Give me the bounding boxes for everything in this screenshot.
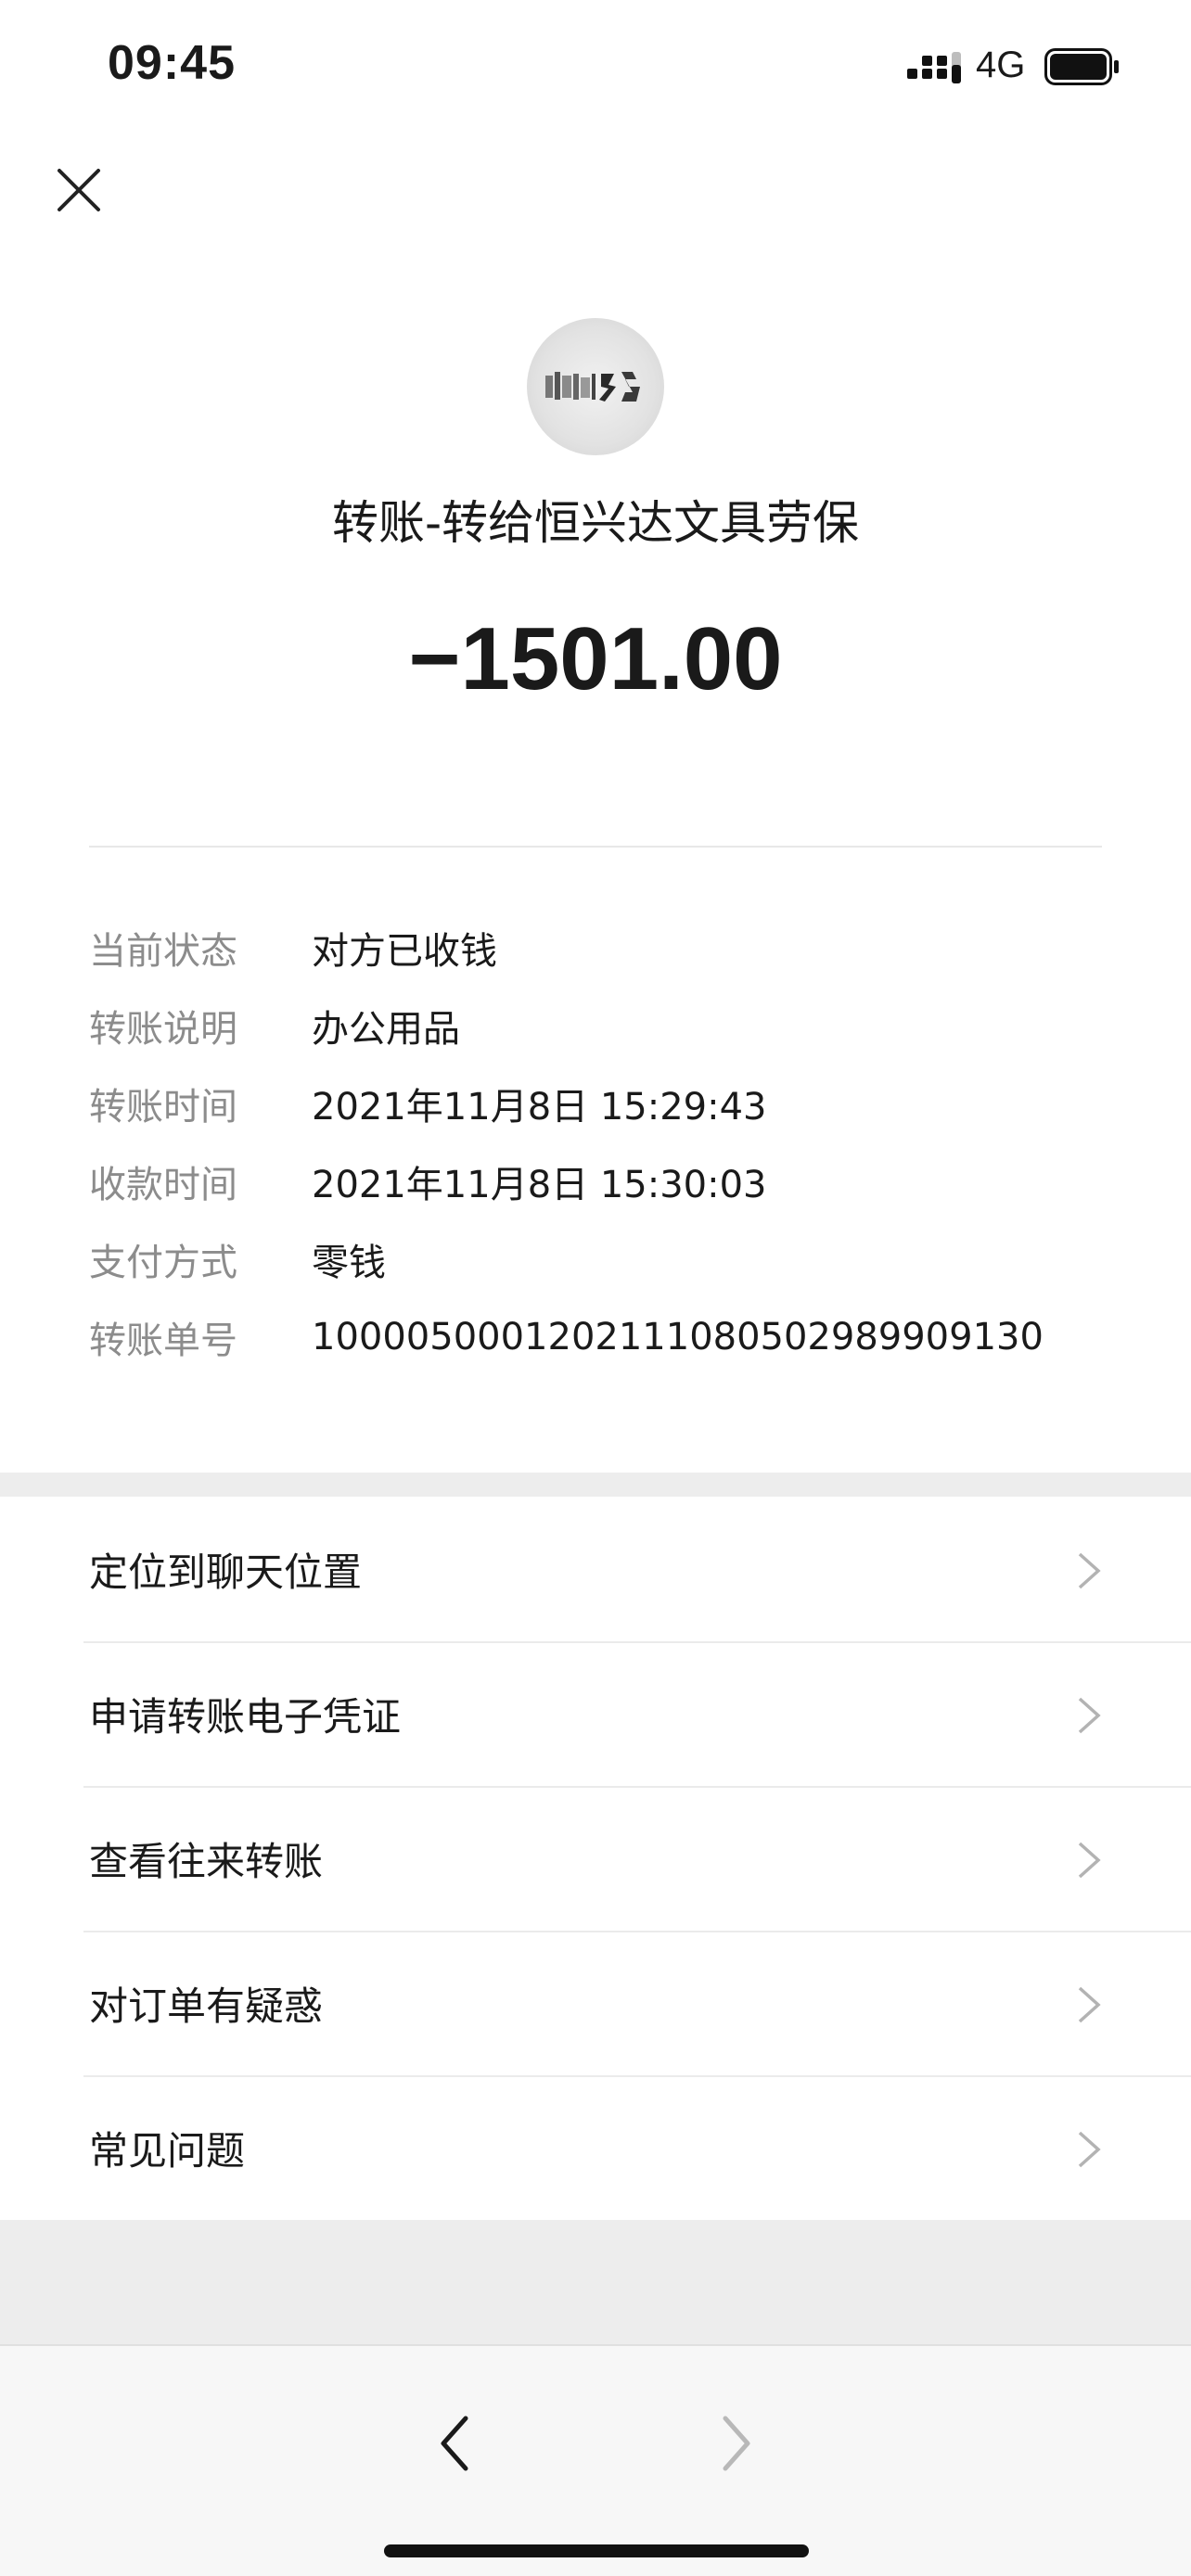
detail-value: 1000050001202111080502989909130 bbox=[312, 1316, 1044, 1358]
detail-row-transfer-id: 转账单号 1000050001202111080502989909130 bbox=[89, 1298, 1156, 1376]
menu-item-label: 查看往来转账 bbox=[89, 1838, 324, 1884]
battery-full-icon bbox=[1044, 48, 1119, 85]
payee-logo-image bbox=[545, 372, 640, 402]
menu-item-order-question[interactable]: 对订单有疑惑 bbox=[0, 1931, 1191, 2075]
detail-label: 收款时间 bbox=[89, 1164, 237, 1206]
chevron-right-icon bbox=[1078, 1986, 1101, 2023]
menu-item-label: 对订单有疑惑 bbox=[89, 1983, 324, 2029]
signal-bars-icon bbox=[907, 52, 961, 83]
detail-label: 支付方式 bbox=[89, 1242, 237, 1284]
chevron-left-icon[interactable] bbox=[432, 2411, 479, 2476]
transfer-title: 转账-转给恒兴达文具劳保 bbox=[331, 496, 860, 550]
menu-item-locate-chat[interactable]: 定位到聊天位置 bbox=[0, 1497, 1191, 1641]
detail-value: 办公用品 bbox=[312, 1008, 460, 1051]
chevron-right-icon bbox=[1078, 1552, 1101, 1589]
chevron-right-icon bbox=[1078, 1842, 1101, 1879]
detail-row-note: 转账说明 办公用品 bbox=[89, 987, 1156, 1065]
divider bbox=[89, 846, 1102, 848]
menu-item-view-history[interactable]: 查看往来转账 bbox=[0, 1786, 1191, 1931]
transfer-details: 当前状态 对方已收钱 转账说明 办公用品 转账时间 2021年11月8日 15:… bbox=[89, 909, 1156, 1376]
detail-label: 转账说明 bbox=[89, 1008, 237, 1051]
menu-item-faq[interactable]: 常见问题 bbox=[0, 2075, 1191, 2220]
section-separator bbox=[0, 1473, 1191, 1497]
menu-item-label: 定位到聊天位置 bbox=[89, 1549, 363, 1595]
network-type: 4G bbox=[976, 45, 1026, 85]
chevron-right-icon bbox=[1078, 1697, 1101, 1734]
action-menu: 定位到聊天位置 申请转账电子凭证 查看往来转账 对订单有疑惑 常见问题 bbox=[0, 1497, 1191, 2220]
close-icon bbox=[58, 169, 100, 211]
detail-value: 零钱 bbox=[312, 1242, 386, 1284]
detail-label: 转账时间 bbox=[89, 1086, 237, 1129]
detail-value: 2021年11月8日 15:29:43 bbox=[312, 1086, 767, 1129]
close-button[interactable] bbox=[46, 158, 111, 223]
status-bar: 09:45 4G bbox=[0, 0, 1191, 139]
bottom-toolbar bbox=[0, 2344, 1191, 2576]
detail-label: 当前状态 bbox=[89, 930, 237, 973]
detail-row-receive-time: 收款时间 2021年11月8日 15:30:03 bbox=[89, 1142, 1156, 1220]
menu-item-request-voucher[interactable]: 申请转账电子凭证 bbox=[0, 1641, 1191, 1786]
detail-row-status: 当前状态 对方已收钱 bbox=[89, 909, 1156, 987]
status-time: 09:45 bbox=[108, 36, 236, 90]
detail-label: 转账单号 bbox=[89, 1320, 237, 1362]
detail-value: 2021年11月8日 15:30:03 bbox=[312, 1164, 767, 1206]
menu-item-label: 申请转账电子凭证 bbox=[89, 1693, 402, 1740]
payee-avatar bbox=[527, 318, 664, 455]
menu-item-label: 常见问题 bbox=[89, 2127, 246, 2174]
detail-row-payment-method: 支付方式 零钱 bbox=[89, 1220, 1156, 1298]
chevron-right-icon bbox=[1078, 2131, 1101, 2168]
chevron-right-icon[interactable] bbox=[712, 2411, 759, 2476]
transfer-amount: −1501.00 bbox=[408, 609, 783, 708]
home-indicator bbox=[384, 2544, 809, 2557]
detail-value: 对方已收钱 bbox=[312, 930, 497, 973]
detail-row-transfer-time: 转账时间 2021年11月8日 15:29:43 bbox=[89, 1065, 1156, 1142]
page-bottom-area bbox=[0, 2220, 1191, 2344]
